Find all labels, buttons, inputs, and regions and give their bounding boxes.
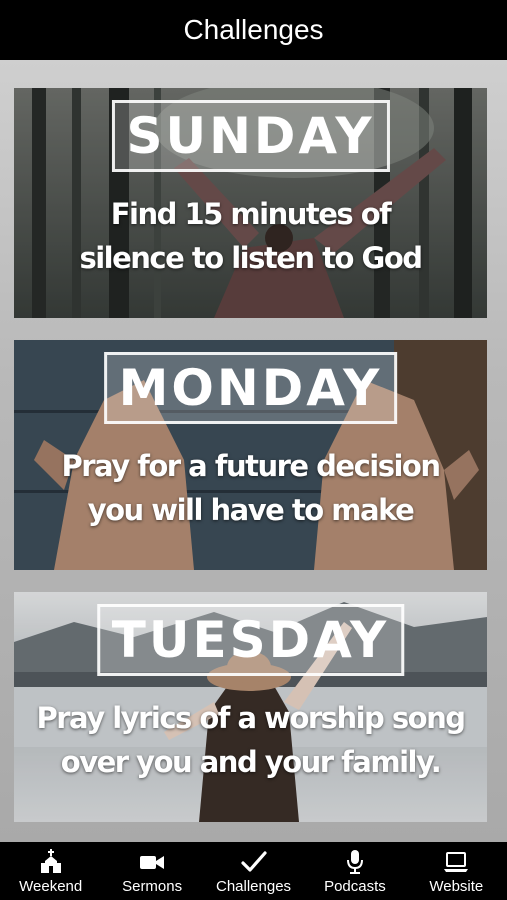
challenge-card-sunday[interactable]: SUNDAY Find 15 minutes of silence to lis… — [14, 88, 487, 318]
tab-podcasts[interactable]: Podcasts — [304, 842, 405, 900]
video-camera-icon — [140, 856, 165, 869]
checkmark-icon — [240, 851, 267, 872]
day-title: TUESDAY — [96, 604, 405, 676]
tab-weekend[interactable]: Weekend — [0, 842, 101, 900]
church-icon — [40, 849, 61, 873]
challenge-text-line: Pray lyrics of a worship song — [36, 701, 466, 735]
challenge-card-monday[interactable]: MONDAY Pray for a future decision you wi… — [14, 340, 487, 570]
tab-label: Sermons — [122, 878, 183, 895]
challenge-card-tuesday[interactable]: TUESDAY Pray lyrics of a worship song ov… — [14, 592, 487, 822]
page-title: Challenges — [183, 14, 324, 45]
challenge-text-line: you will have to make — [87, 493, 415, 527]
app-header: Challenges — [0, 0, 507, 60]
challenge-text-line: Pray for a future decision — [61, 449, 441, 483]
tab-website[interactable]: Website — [406, 842, 507, 900]
tab-label: Website — [429, 878, 484, 895]
day-title: MONDAY — [103, 352, 398, 424]
challenge-text: Pray for a future decision you will have… — [14, 444, 487, 532]
tab-label: Weekend — [19, 878, 83, 895]
laptop-icon — [444, 852, 469, 872]
tab-challenges[interactable]: Challenges — [203, 842, 304, 900]
tab-sermons[interactable]: Sermons — [101, 842, 202, 900]
bottom-tab-bar: Weekend Sermons Challenges Podcasts Webs… — [0, 842, 507, 900]
challenge-text: Find 15 minutes of silence to listen to … — [14, 192, 487, 280]
tab-label: Challenges — [215, 878, 292, 895]
microphone-icon — [346, 850, 363, 874]
challenge-text-line: over you and your family. — [60, 745, 442, 779]
challenge-text-line: Find 15 minutes of — [110, 197, 392, 231]
challenge-text: Pray lyrics of a worship song over you a… — [14, 696, 487, 784]
tab-label: Podcasts — [324, 878, 386, 895]
challenge-text-line: silence to listen to God — [79, 241, 423, 275]
day-title: SUNDAY — [111, 100, 390, 172]
